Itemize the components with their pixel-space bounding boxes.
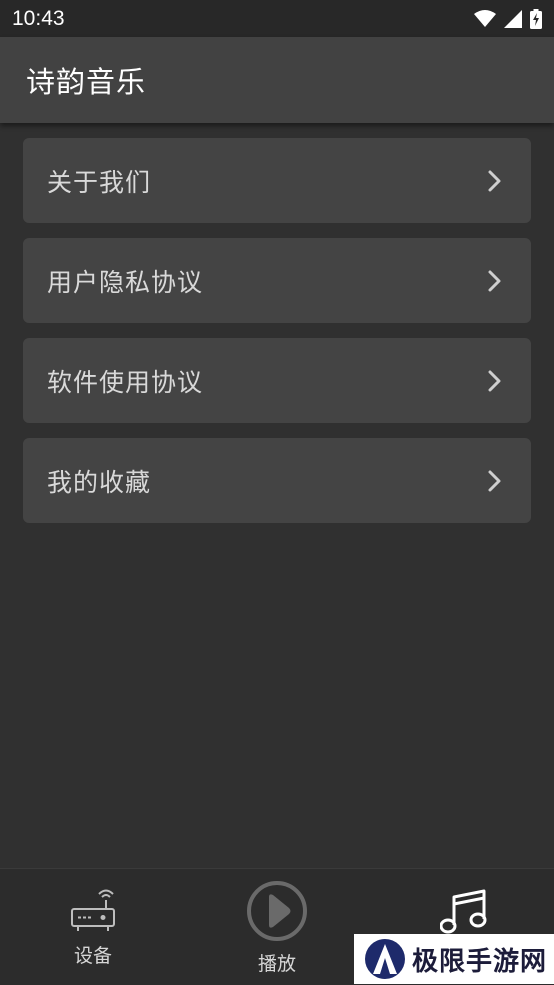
watermark-text: 极限手游网 [412, 946, 548, 977]
menu-item-label: 关于我们 [47, 167, 152, 197]
menu-item-label: 软件使用协议 [47, 367, 204, 397]
nav-label-play: 播放 [258, 953, 297, 975]
nav-item-play[interactable]: 播放 [236, 869, 320, 985]
menu-item-software-agreement[interactable]: 软件使用协议 [23, 338, 531, 423]
chevron-right-icon [488, 470, 501, 491]
chevron-right-icon [488, 170, 501, 191]
signal-icon [504, 9, 522, 28]
battery-charging-icon [530, 8, 542, 29]
status-icons [474, 8, 542, 29]
menu-item-about-us[interactable]: 关于我们 [23, 138, 531, 223]
menu-item-label: 我的收藏 [47, 467, 152, 497]
play-circle-icon [247, 881, 307, 941]
app-bar: 诗韵音乐 [0, 37, 554, 123]
chevron-right-icon [488, 370, 501, 391]
status-bar: 10:43 [0, 0, 554, 37]
chevron-right-icon [488, 270, 501, 291]
menu-item-my-favorites[interactable]: 我的收藏 [23, 438, 531, 523]
nav-item-devices[interactable]: 设备 [50, 869, 136, 985]
menu-item-privacy-policy[interactable]: 用户隐私协议 [23, 238, 531, 323]
settings-menu: 关于我们 用户隐私协议 软件使用协议 我的收藏 [23, 138, 531, 538]
nav-label-devices: 设备 [74, 945, 113, 967]
logo-icon [365, 939, 405, 979]
watermark: 极限手游网 [354, 934, 554, 984]
app-title: 诗韵音乐 [26, 65, 147, 99]
wifi-icon [474, 9, 496, 27]
menu-item-label: 用户隐私协议 [47, 267, 204, 297]
music-note-icon [440, 889, 487, 934]
router-icon [71, 889, 115, 931]
status-time: 10:43 [12, 6, 65, 30]
